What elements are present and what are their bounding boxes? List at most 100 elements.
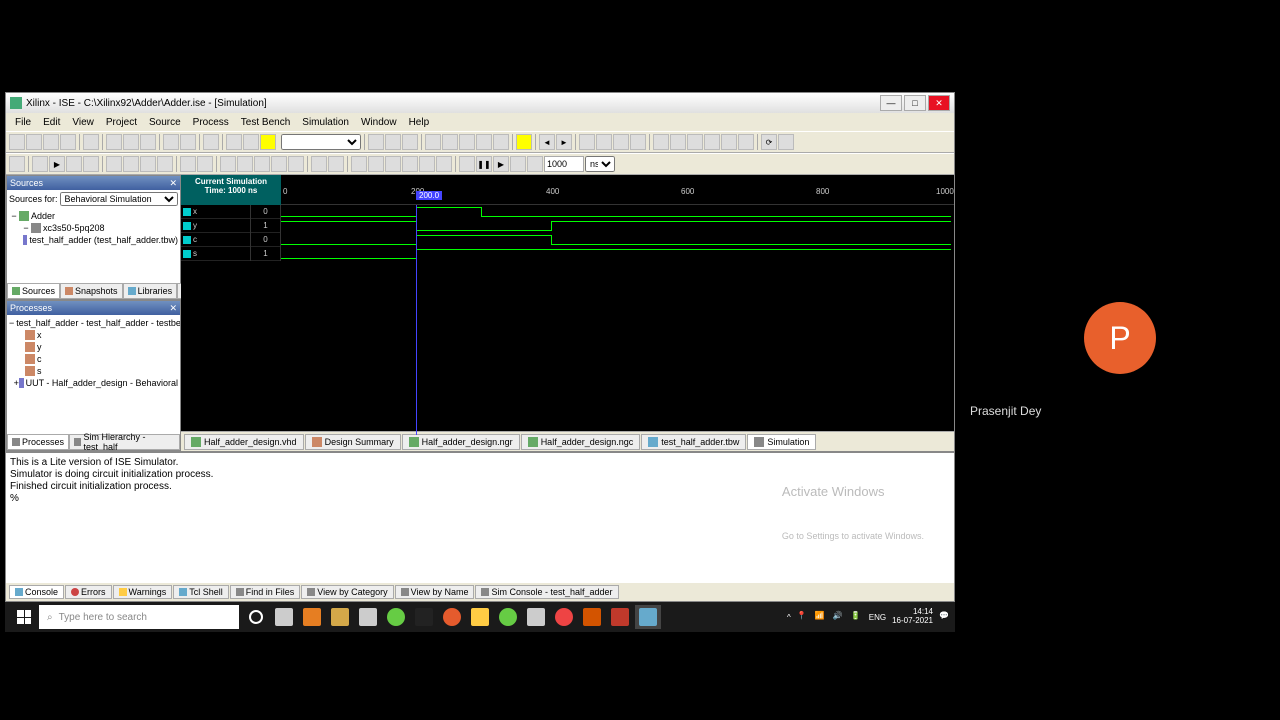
tab-summary[interactable]: Design Summary [305, 434, 401, 450]
save-icon[interactable] [43, 134, 59, 150]
cortana-button[interactable] [243, 605, 269, 629]
sim-icon-2[interactable] [66, 156, 82, 172]
sim-icon-7[interactable] [157, 156, 173, 172]
taskbar-app[interactable] [299, 605, 325, 629]
whats-this-icon[interactable] [243, 134, 259, 150]
sim-icon-14[interactable] [288, 156, 304, 172]
tool-icon-b[interactable] [596, 134, 612, 150]
sim-icon-20[interactable] [402, 156, 418, 172]
start-button[interactable] [9, 605, 39, 629]
new-icon[interactable] [9, 134, 25, 150]
taskbar-search[interactable]: ⌕ Type here to search [39, 605, 239, 629]
sim-icon-10[interactable] [220, 156, 236, 172]
sim-icon-8[interactable] [180, 156, 196, 172]
notifications-icon[interactable]: 💬 [939, 611, 951, 623]
save-all-icon[interactable] [60, 134, 76, 150]
tab-tbw[interactable]: test_half_adder.tbw [641, 434, 746, 450]
taskbar-app[interactable] [383, 605, 409, 629]
sim-stop-icon[interactable] [527, 156, 543, 172]
help-icon[interactable] [226, 134, 242, 150]
sources-for-select[interactable]: Behavioral Simulation [60, 192, 178, 206]
tool-icon-5[interactable] [442, 134, 458, 150]
waveform-viewer[interactable]: Current Simulation Time: 1000 ns 0 200 4… [181, 175, 954, 431]
menu-process[interactable]: Process [188, 117, 234, 128]
sim-icon-24[interactable] [510, 156, 526, 172]
print-icon[interactable] [83, 134, 99, 150]
sim-icon-6[interactable] [140, 156, 156, 172]
sim-icon-3[interactable] [83, 156, 99, 172]
menu-project[interactable]: Project [101, 117, 142, 128]
sim-icon-23[interactable] [459, 156, 475, 172]
tab-ngr[interactable]: Half_adder_design.ngr [402, 434, 520, 450]
sim-icon-5[interactable] [123, 156, 139, 172]
sim-unit-select[interactable]: ns [585, 156, 615, 172]
sim-run-icon[interactable]: ▶ [49, 156, 65, 172]
processes-tree[interactable]: −test_half_adder - test_half_adder - tes… [7, 315, 180, 434]
paste-icon[interactable] [140, 134, 156, 150]
sim-icon-11[interactable] [237, 156, 253, 172]
taskbar-clock[interactable]: 14:14 16-07-2021 [892, 608, 933, 626]
tab-warnings[interactable]: Warnings [113, 585, 173, 599]
tool-icon-1[interactable] [368, 134, 384, 150]
tool-icon-g[interactable] [687, 134, 703, 150]
sim-icon-18[interactable] [368, 156, 384, 172]
menu-edit[interactable]: Edit [38, 117, 65, 128]
sim-pause-icon[interactable]: ❚❚ [476, 156, 492, 172]
tab-ngc[interactable]: Half_adder_design.ngc [521, 434, 641, 450]
menu-help[interactable]: Help [404, 117, 435, 128]
sim-icon-21[interactable] [419, 156, 435, 172]
tab-findinfiles[interactable]: Find in Files [230, 585, 301, 599]
network-icon[interactable]: 📶 [815, 611, 827, 623]
tab-sources[interactable]: Sources [7, 283, 60, 299]
redo-icon[interactable] [180, 134, 196, 150]
sim-icon-19[interactable] [385, 156, 401, 172]
tool-icon-e[interactable] [653, 134, 669, 150]
signal-waves[interactable]: 200.0 [281, 205, 954, 261]
menu-testbench[interactable]: Test Bench [236, 117, 295, 128]
tool-icon-2[interactable] [385, 134, 401, 150]
tool-icon-8[interactable] [493, 134, 509, 150]
tool-icon-3[interactable] [402, 134, 418, 150]
sim-icon-1[interactable] [32, 156, 48, 172]
cut-icon[interactable] [106, 134, 122, 150]
sim-time-input[interactable] [544, 156, 584, 172]
menu-file[interactable]: File [10, 117, 36, 128]
sim-icon-12[interactable] [254, 156, 270, 172]
refresh-icon[interactable]: ⟳ [761, 134, 777, 150]
taskbar-app[interactable] [551, 605, 577, 629]
find-icon[interactable] [203, 134, 219, 150]
menu-source[interactable]: Source [144, 117, 186, 128]
tab-sim-hierarchy[interactable]: Sim Hierarchy - test_half [69, 434, 180, 450]
taskbar-app[interactable] [579, 605, 605, 629]
tool-icon-i[interactable] [721, 134, 737, 150]
minimize-button[interactable]: — [880, 95, 902, 111]
menu-window[interactable]: Window [356, 117, 402, 128]
taskbar-app[interactable] [355, 605, 381, 629]
taskbar-app[interactable] [439, 605, 465, 629]
pointer-icon[interactable] [9, 156, 25, 172]
taskbar-app[interactable] [495, 605, 521, 629]
tab-tclshell[interactable]: Tcl Shell [173, 585, 229, 599]
taskview-button[interactable] [271, 605, 297, 629]
tab-console[interactable]: Console [9, 585, 64, 599]
pane-close-icon[interactable]: ✕ [169, 303, 177, 314]
tab-vhd[interactable]: Half_adder_design.vhd [184, 434, 304, 450]
console-output[interactable]: This is a Lite version of ISE Simulator.… [6, 453, 954, 583]
taskbar-app[interactable] [411, 605, 437, 629]
sim-icon-9[interactable] [197, 156, 213, 172]
sim-icon-16[interactable] [328, 156, 344, 172]
tray-chevron-icon[interactable]: ^ [787, 613, 791, 622]
battery-icon[interactable]: 🔋 [851, 611, 863, 623]
taskbar-app[interactable] [607, 605, 633, 629]
tab-viewcategory[interactable]: View by Category [301, 585, 393, 599]
time-cursor[interactable]: 200.0 [416, 205, 417, 435]
tool-icon-6[interactable] [459, 134, 475, 150]
language-indicator[interactable]: ENG [869, 613, 886, 622]
maximize-button[interactable]: □ [904, 95, 926, 111]
tab-viewname[interactable]: View by Name [395, 585, 475, 599]
taskbar-app[interactable] [523, 605, 549, 629]
sim-icon-13[interactable] [271, 156, 287, 172]
close-button[interactable]: ✕ [928, 95, 950, 111]
tab-processes[interactable]: Processes [7, 434, 69, 450]
menu-view[interactable]: View [67, 117, 99, 128]
